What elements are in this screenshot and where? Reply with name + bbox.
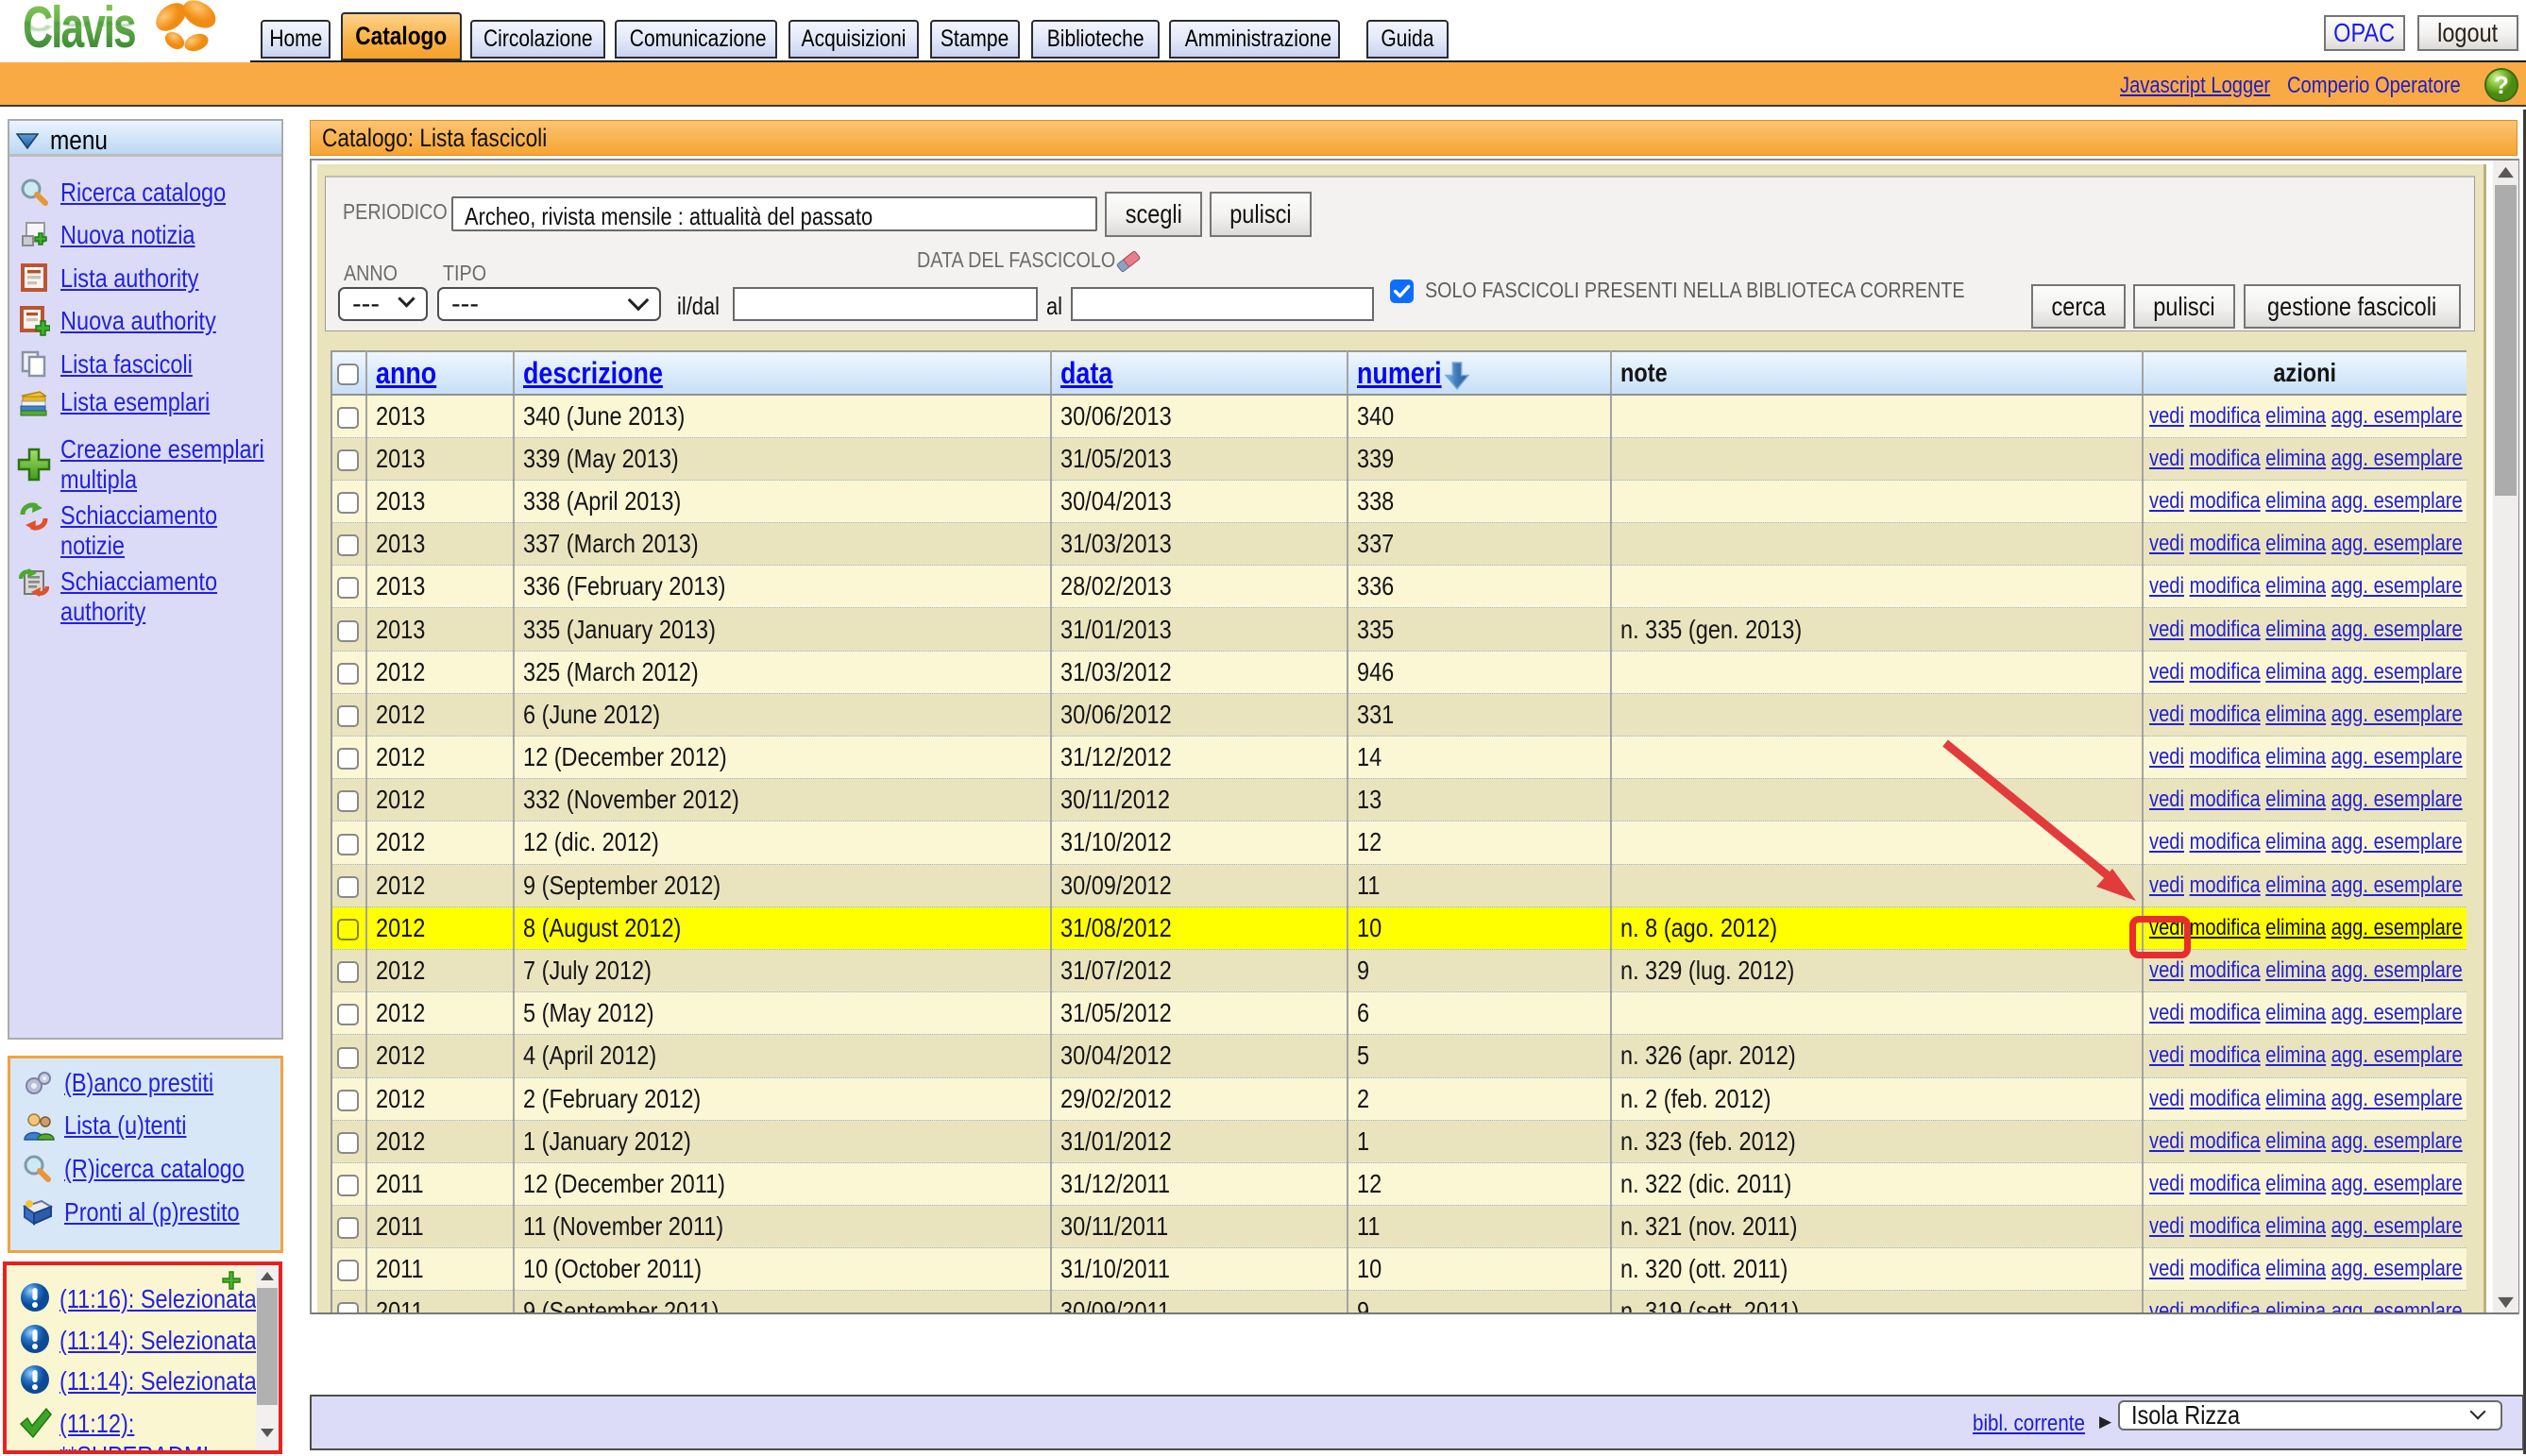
svg-text:?: ? — [2494, 71, 2509, 99]
